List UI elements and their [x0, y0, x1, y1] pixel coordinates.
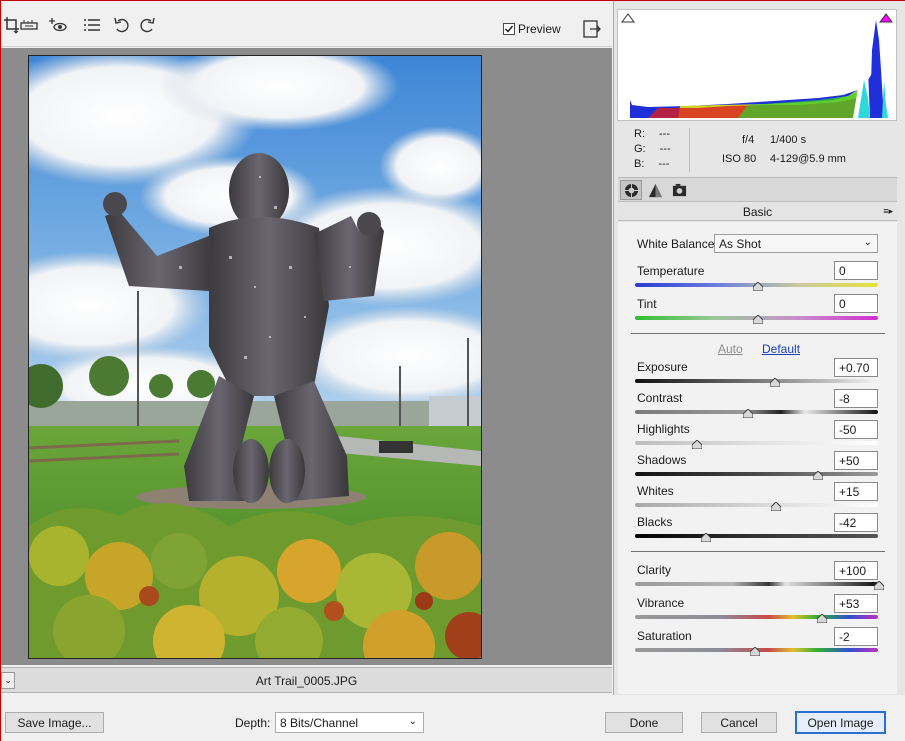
rotate-right-icon[interactable]: [136, 15, 158, 35]
vibrance-input[interactable]: +53: [834, 594, 878, 613]
shadows-slider-thumb[interactable]: [813, 471, 824, 480]
toolbar: Preview: [1, 1, 612, 47]
panel-title: Basic: [742, 205, 773, 219]
g-label: G:: [634, 143, 646, 155]
white-balance-label: White Balance:: [637, 237, 718, 251]
b-value: ---: [658, 158, 670, 170]
highlights-slider-thumb[interactable]: [691, 440, 702, 449]
clarity-track[interactable]: [635, 582, 878, 586]
panel-tab-strip: [618, 177, 897, 201]
tint-slider-thumb[interactable]: [752, 315, 763, 324]
whites-label: Whites: [637, 484, 674, 498]
contrast-input[interactable]: -8: [834, 389, 878, 408]
highlights-track[interactable]: [635, 441, 878, 445]
saturation-slider-thumb[interactable]: [750, 647, 761, 656]
contrast-track[interactable]: [635, 410, 878, 414]
section-divider: [631, 333, 885, 334]
exposure-input[interactable]: +0.70: [834, 358, 878, 377]
temperature-slider-thumb[interactable]: [752, 282, 763, 291]
cancel-button[interactable]: Cancel: [701, 712, 777, 733]
g-value: ---: [659, 143, 671, 155]
rotate-left-icon[interactable]: [111, 15, 133, 35]
photo-preview[interactable]: [28, 55, 482, 659]
filename-label: Art Trail_0005.JPG: [255, 674, 358, 688]
shadows-track[interactable]: [635, 472, 878, 476]
clarity-input[interactable]: +100: [834, 561, 878, 580]
camera-calibration-tab-icon[interactable]: [668, 180, 690, 200]
panel-header: Basic ≡▸: [618, 201, 897, 221]
info-area: R: --- G: --- B: --- f/4 1/400 s ISO 80 …: [620, 124, 900, 174]
status-bar: ⌄ Art Trail_0005.JPG: [1, 667, 612, 693]
preview-checkbox[interactable]: [503, 23, 515, 35]
iso-value: ISO 80: [722, 153, 757, 165]
vibrance-slider-thumb[interactable]: [816, 614, 827, 623]
preview-toggle[interactable]: Preview: [503, 22, 561, 36]
vibrance-track[interactable]: [635, 615, 878, 619]
exposure-label: Exposure: [637, 360, 688, 374]
chevron-down-icon: ⌄: [408, 716, 417, 727]
section-divider: [631, 551, 885, 552]
fullscreen-toggle-icon[interactable]: [581, 19, 603, 39]
exposure-track[interactable]: [635, 379, 878, 383]
blacks-input[interactable]: -42: [834, 513, 878, 532]
contrast-label: Contrast: [637, 391, 683, 405]
highlights-input[interactable]: -50: [834, 420, 878, 439]
info-divider: [689, 128, 690, 172]
preview-label: Preview: [518, 22, 561, 36]
b-label: B:: [634, 158, 645, 170]
basic-tab-icon[interactable]: [620, 180, 642, 200]
panel-menu-icon[interactable]: ≡▸: [883, 206, 893, 217]
lens-value: 4-129@5.9 mm: [770, 153, 846, 165]
chevron-down-icon: ⌄: [863, 237, 872, 248]
shadow-clipping-icon[interactable]: [621, 13, 635, 23]
histogram: [617, 9, 897, 121]
clarity-label: Clarity: [637, 563, 672, 577]
saturation-input[interactable]: -2: [834, 627, 878, 646]
vibrance-label: Vibrance: [637, 596, 685, 610]
red-eye-tool-icon[interactable]: [47, 15, 69, 35]
blacks-label: Blacks: [637, 515, 673, 529]
default-link[interactable]: Default: [762, 342, 800, 356]
r-label: R:: [634, 128, 645, 140]
auto-link[interactable]: Auto: [718, 342, 743, 356]
white-balance-value: As Shot: [719, 237, 762, 251]
open-image-button[interactable]: Open Image: [795, 711, 886, 734]
tint-label: Tint: [637, 297, 657, 311]
clarity-slider-thumb[interactable]: [874, 581, 884, 590]
depth-select[interactable]: 8 Bits/Channel ⌄: [275, 712, 424, 733]
depth-label: Depth:: [235, 716, 271, 730]
depth-value: 8 Bits/Channel: [280, 716, 359, 730]
whites-input[interactable]: +15: [834, 482, 878, 501]
temperature-input[interactable]: 0: [834, 261, 878, 280]
white-balance-select[interactable]: As Shot ⌄: [714, 234, 878, 253]
temperature-label: Temperature: [637, 264, 705, 278]
shadows-input[interactable]: +50: [834, 451, 878, 470]
aperture-value: f/4: [742, 134, 755, 146]
highlight-clipping-icon[interactable]: [879, 13, 893, 23]
highlights-label: Highlights: [637, 422, 690, 436]
blacks-track[interactable]: [635, 534, 878, 538]
save-image-button[interactable]: Save Image...: [5, 712, 104, 733]
blacks-slider-thumb[interactable]: [701, 533, 712, 542]
r-value: ---: [659, 128, 670, 140]
shutter-value: 1/400 s: [770, 134, 807, 146]
contrast-slider-thumb[interactable]: [742, 409, 753, 418]
done-button[interactable]: Done: [605, 712, 683, 733]
saturation-label: Saturation: [637, 629, 692, 643]
shadows-label: Shadows: [637, 453, 687, 467]
whites-track[interactable]: [635, 503, 878, 507]
tone-curve-tab-icon[interactable]: [644, 180, 666, 200]
list-icon[interactable]: [81, 15, 103, 35]
tint-input[interactable]: 0: [834, 294, 878, 313]
whites-slider-thumb[interactable]: [770, 502, 781, 511]
straighten-tool-icon[interactable]: [18, 15, 40, 35]
exposure-slider-thumb[interactable]: [769, 378, 780, 387]
